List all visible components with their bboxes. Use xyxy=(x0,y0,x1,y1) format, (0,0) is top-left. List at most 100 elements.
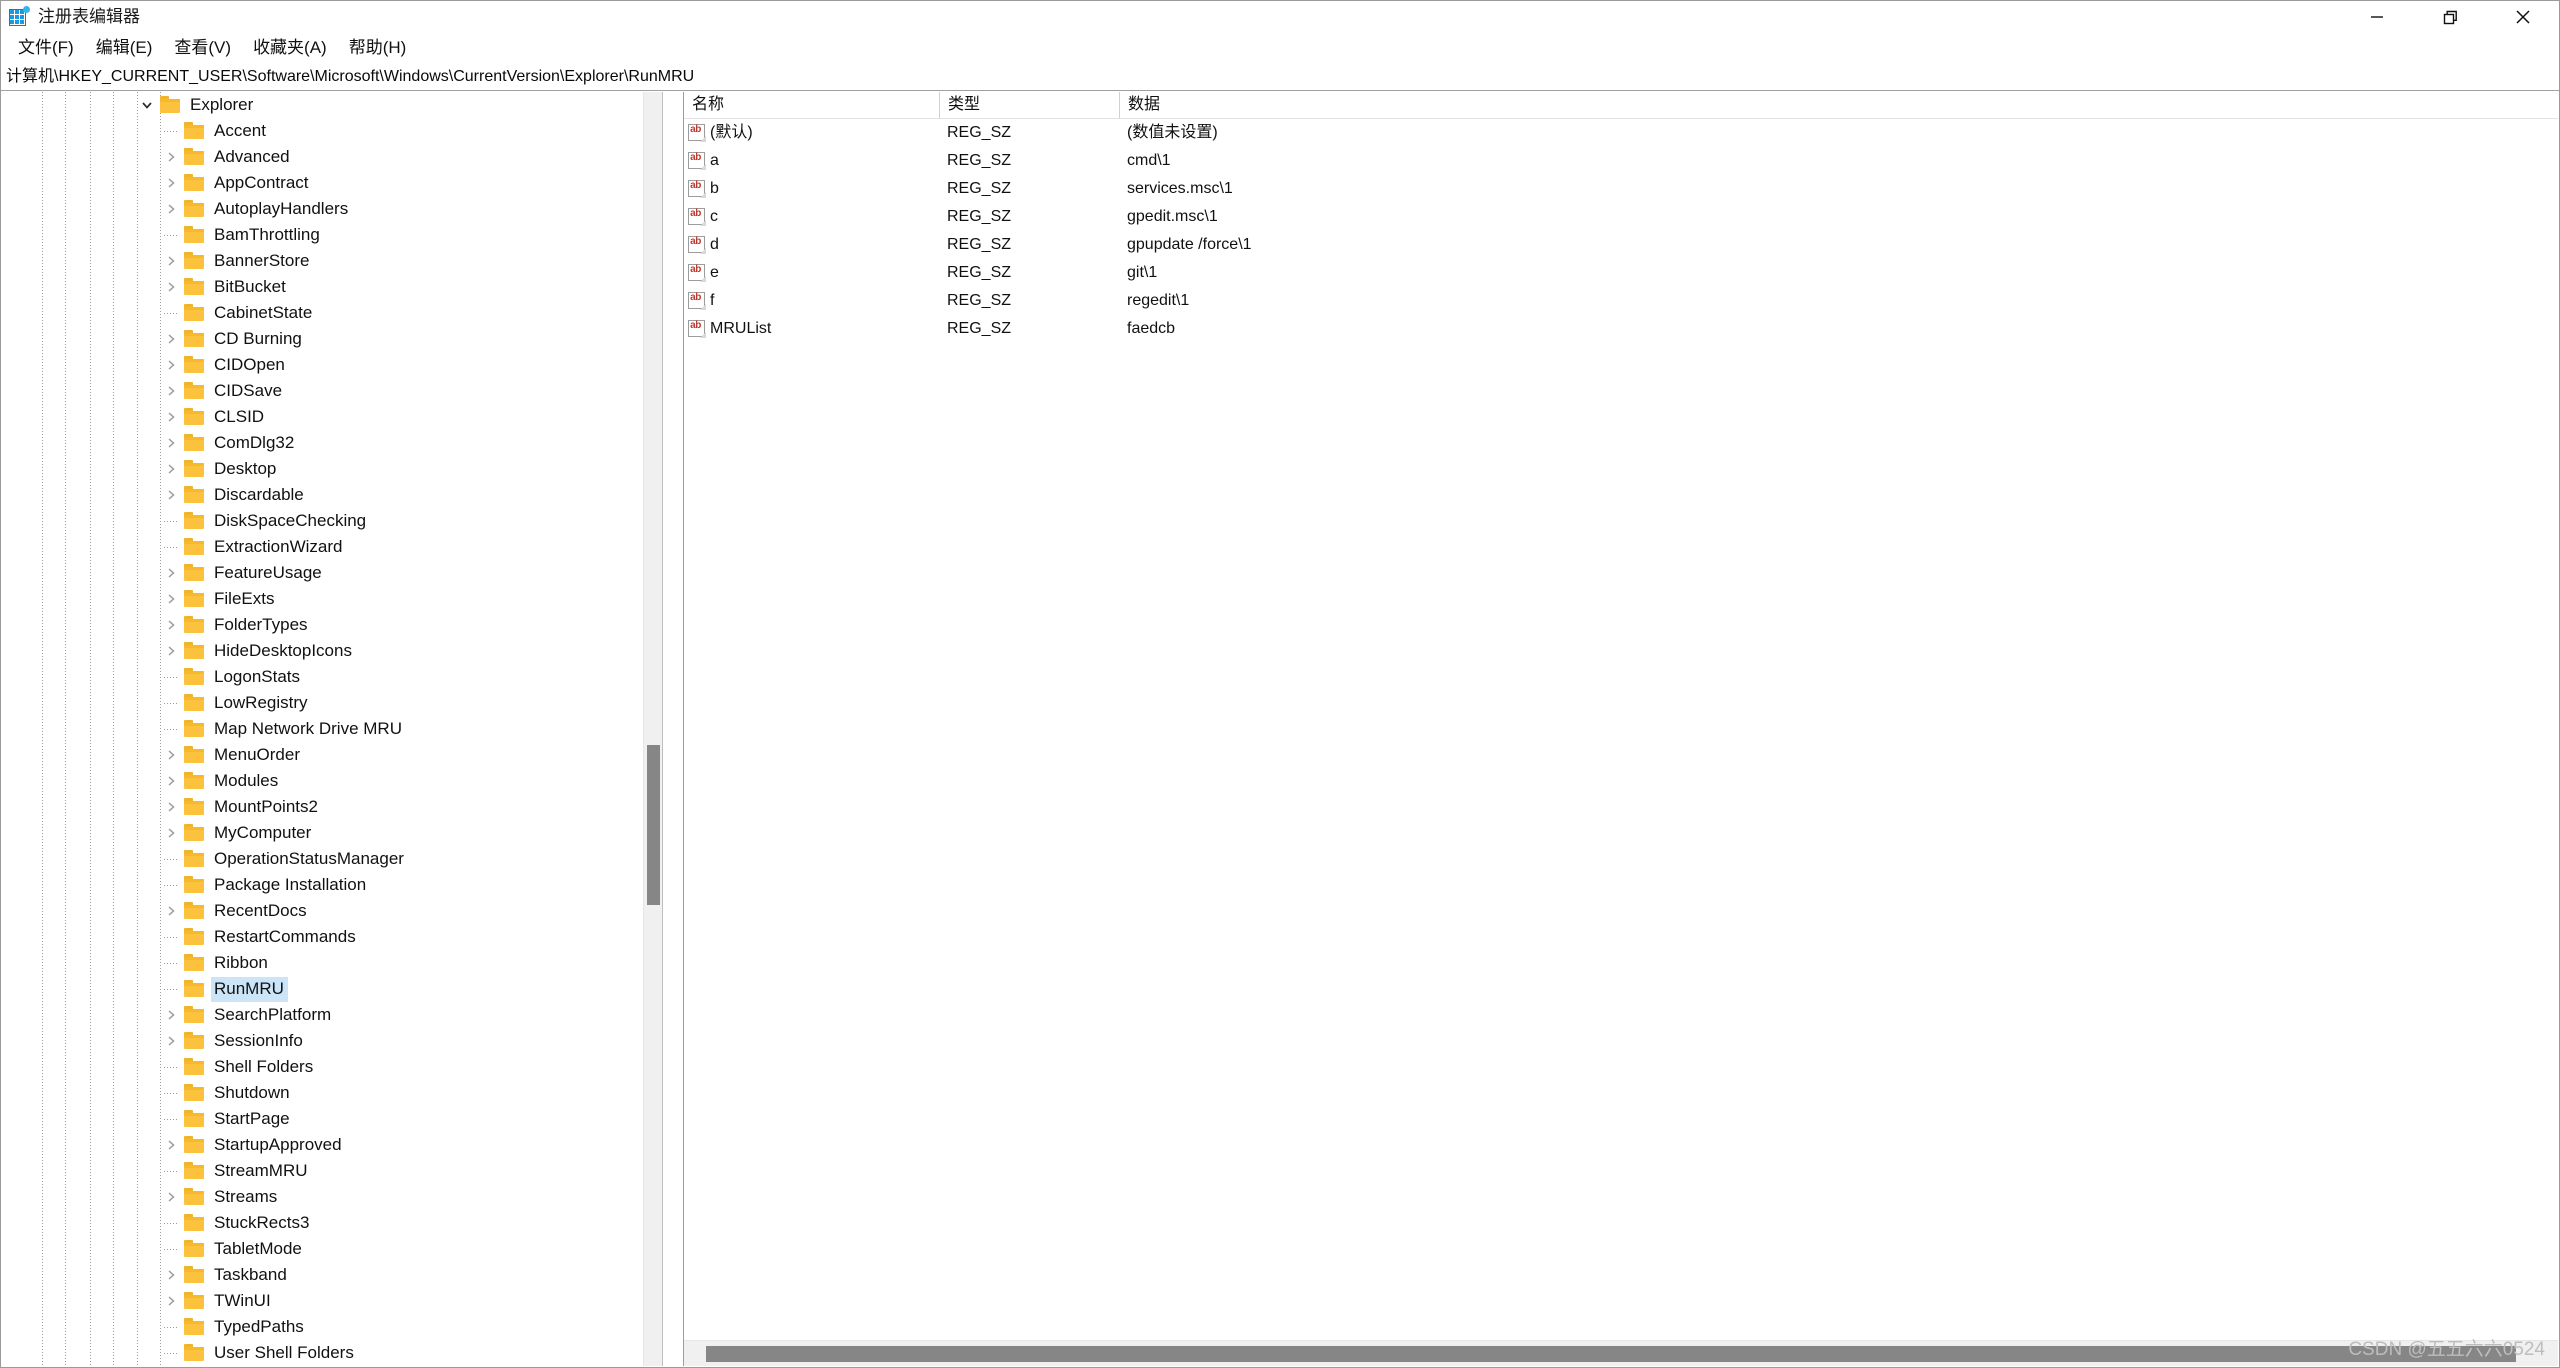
value-row[interactable]: ab f REG_SZ regedit\1 xyxy=(684,287,2558,315)
chevron-right-icon[interactable] xyxy=(158,1028,184,1054)
tree-scrollbar-thumb[interactable] xyxy=(647,745,660,905)
tree-node[interactable]: StartupApproved xyxy=(2,1132,662,1158)
chevron-right-icon[interactable] xyxy=(158,1002,184,1028)
tree-node[interactable]: User Shell Folders xyxy=(2,1340,662,1366)
menu-file[interactable]: 文件(F) xyxy=(8,35,86,61)
tree-node[interactable]: DiskSpaceChecking xyxy=(2,508,662,534)
value-list-scrollbar-thumb[interactable] xyxy=(706,1346,2516,1362)
menu-help[interactable]: 帮助(H) xyxy=(339,35,419,61)
tree-node[interactable]: AppContract xyxy=(2,170,662,196)
tree-node[interactable]: AutoplayHandlers xyxy=(2,196,662,222)
tree-node[interactable]: FileExts xyxy=(2,586,662,612)
chevron-right-icon[interactable] xyxy=(158,352,184,378)
tree-node[interactable]: TypedPaths xyxy=(2,1314,662,1340)
tree-node[interactable]: SearchPlatform xyxy=(2,1002,662,1028)
chevron-right-icon[interactable] xyxy=(158,1132,184,1158)
menu-edit[interactable]: 编辑(E) xyxy=(86,35,165,61)
tree-node[interactable]: TWinUI xyxy=(2,1288,662,1314)
tree-node[interactable]: Streams xyxy=(2,1184,662,1210)
chevron-right-icon[interactable] xyxy=(158,898,184,924)
chevron-right-icon[interactable] xyxy=(158,560,184,586)
tree-node[interactable]: CD Burning xyxy=(2,326,662,352)
tree-node[interactable]: Shell Folders xyxy=(2,1054,662,1080)
chevron-right-icon[interactable] xyxy=(158,794,184,820)
tree-node[interactable]: Advanced xyxy=(2,144,662,170)
chevron-right-icon[interactable] xyxy=(158,820,184,846)
tree-node[interactable]: MountPoints2 xyxy=(2,794,662,820)
tree-node[interactable]: Accent xyxy=(2,118,662,144)
chevron-right-icon[interactable] xyxy=(158,404,184,430)
tree-node[interactable]: StartPage xyxy=(2,1106,662,1132)
tree-node-selected[interactable]: RunMRU xyxy=(2,976,662,1002)
address-bar[interactable]: 计算机\HKEY_CURRENT_USER\Software\Microsoft… xyxy=(1,63,2559,91)
value-row[interactable]: ab MRUList REG_SZ faedcb xyxy=(684,315,2558,343)
column-header-name[interactable]: 名称 xyxy=(684,92,939,118)
tree-node[interactable]: FeatureUsage xyxy=(2,560,662,586)
column-header-type[interactable]: 类型 xyxy=(939,92,1119,118)
chevron-right-icon[interactable] xyxy=(158,1288,184,1314)
tree-node[interactable]: ComDlg32 xyxy=(2,430,662,456)
value-row[interactable]: ab c REG_SZ gpedit.msc\1 xyxy=(684,203,2558,231)
chevron-right-icon[interactable] xyxy=(158,638,184,664)
column-header-data[interactable]: 数据 xyxy=(1119,92,2019,118)
tree-node[interactable]: BannerStore xyxy=(2,248,662,274)
chevron-right-icon[interactable] xyxy=(158,742,184,768)
chevron-right-icon[interactable] xyxy=(158,1262,184,1288)
tree-vertical-scrollbar[interactable] xyxy=(643,92,662,1366)
value-row[interactable]: ab a REG_SZ cmd\1 xyxy=(684,147,2558,175)
tree-node[interactable]: Explorer xyxy=(2,92,662,118)
tree-node[interactable]: StreamMRU xyxy=(2,1158,662,1184)
pane-splitter[interactable] xyxy=(662,92,684,1366)
chevron-right-icon[interactable] xyxy=(158,170,184,196)
tree-node[interactable]: CabinetState xyxy=(2,300,662,326)
tree-node[interactable]: CIDSave xyxy=(2,378,662,404)
tree-node[interactable]: LogonStats xyxy=(2,664,662,690)
tree-node[interactable]: Map Network Drive MRU xyxy=(2,716,662,742)
tree-node[interactable]: OperationStatusManager xyxy=(2,846,662,872)
tree-node[interactable]: HideDesktopIcons xyxy=(2,638,662,664)
chevron-right-icon[interactable] xyxy=(158,456,184,482)
tree-node[interactable]: FolderTypes xyxy=(2,612,662,638)
tree-node[interactable]: RecentDocs xyxy=(2,898,662,924)
value-row[interactable]: ab d REG_SZ gpupdate /force\1 xyxy=(684,231,2558,259)
tree-node[interactable]: CLSID xyxy=(2,404,662,430)
value-row[interactable]: ab (默认) REG_SZ (数值未设置) xyxy=(684,119,2558,147)
chevron-right-icon[interactable] xyxy=(158,196,184,222)
tree-node[interactable]: Shutdown xyxy=(2,1080,662,1106)
menu-view[interactable]: 查看(V) xyxy=(164,35,243,61)
tree-node[interactable]: BitBucket xyxy=(2,274,662,300)
value-row[interactable]: ab e REG_SZ git\1 xyxy=(684,259,2558,287)
tree-node[interactable]: ExtractionWizard xyxy=(2,534,662,560)
chevron-right-icon[interactable] xyxy=(158,274,184,300)
restore-button[interactable] xyxy=(2413,1,2486,33)
tree-node[interactable]: CIDOpen xyxy=(2,352,662,378)
tree-node[interactable]: Ribbon xyxy=(2,950,662,976)
tree-node[interactable]: Desktop xyxy=(2,456,662,482)
close-button[interactable] xyxy=(2486,1,2559,33)
chevron-right-icon[interactable] xyxy=(158,430,184,456)
value-list-horizontal-scrollbar[interactable] xyxy=(684,1340,2558,1366)
tree-node[interactable]: RestartCommands xyxy=(2,924,662,950)
minimize-button[interactable] xyxy=(2340,1,2413,33)
chevron-right-icon[interactable] xyxy=(158,326,184,352)
chevron-right-icon[interactable] xyxy=(158,1184,184,1210)
tree-node[interactable]: MenuOrder xyxy=(2,742,662,768)
tree-node[interactable]: SessionInfo xyxy=(2,1028,662,1054)
tree-node[interactable]: LowRegistry xyxy=(2,690,662,716)
tree-node[interactable]: MyComputer xyxy=(2,820,662,846)
value-row[interactable]: ab b REG_SZ services.msc\1 xyxy=(684,175,2558,203)
chevron-down-icon[interactable] xyxy=(134,92,160,118)
chevron-right-icon[interactable] xyxy=(158,612,184,638)
tree-node[interactable]: Modules xyxy=(2,768,662,794)
tree-node[interactable]: Package Installation xyxy=(2,872,662,898)
tree-node[interactable]: TabletMode xyxy=(2,1236,662,1262)
menu-favorites[interactable]: 收藏夹(A) xyxy=(243,35,339,61)
chevron-right-icon[interactable] xyxy=(158,482,184,508)
tree-node[interactable]: BamThrottling xyxy=(2,222,662,248)
chevron-right-icon[interactable] xyxy=(158,586,184,612)
tree-node[interactable]: StuckRects3 xyxy=(2,1210,662,1236)
chevron-right-icon[interactable] xyxy=(158,248,184,274)
tree-node[interactable]: Taskband xyxy=(2,1262,662,1288)
chevron-right-icon[interactable] xyxy=(158,378,184,404)
tree-node[interactable]: Discardable xyxy=(2,482,662,508)
